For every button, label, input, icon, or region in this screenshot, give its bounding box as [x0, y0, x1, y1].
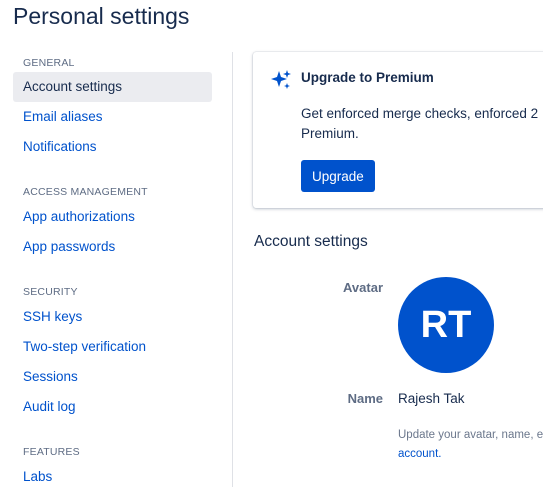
sidebar-item-app-passwords[interactable]: App passwords	[13, 232, 212, 262]
premium-upgrade-card: Upgrade to Premium Get enforced merge ch…	[253, 52, 543, 208]
sidebar-item-email-aliases[interactable]: Email aliases	[13, 102, 212, 132]
profile-help-text: Update your avatar, name, e account.	[398, 426, 543, 464]
sidebar-item-two-step-verification[interactable]: Two-step verification	[13, 332, 212, 362]
sidebar-item-audit-log[interactable]: Audit log	[13, 392, 212, 422]
sidebar-divider	[232, 52, 233, 487]
account-link[interactable]: account.	[398, 445, 543, 464]
sidebar-item-account-settings[interactable]: Account settings	[13, 72, 212, 102]
sparkle-icon	[270, 69, 292, 91]
group-heading-general: GENERAL	[23, 57, 75, 69]
account-settings-heading: Account settings	[254, 233, 368, 250]
sidebar-item-ssh-keys[interactable]: SSH keys	[13, 302, 212, 332]
name-label: Name	[347, 391, 383, 406]
premium-description: Get enforced merge checks, enforced 2 Pr…	[301, 106, 539, 141]
sidebar-item-notifications[interactable]: Notifications	[13, 132, 212, 162]
name-value: Rajesh Tak	[398, 391, 465, 406]
group-heading-access-management: ACCESS MANAGEMENT	[23, 186, 148, 198]
group-heading-features: FEATURES	[23, 446, 80, 458]
sidebar-item-labs[interactable]: Labs	[13, 462, 212, 492]
avatar[interactable]: RT	[398, 277, 494, 373]
settings-sidebar: GENERAL Account settings Email aliases N…	[0, 0, 232, 487]
upgrade-button[interactable]: Upgrade	[301, 160, 375, 192]
avatar-label: Avatar	[343, 280, 383, 295]
profile-help-message: Update your avatar, name, e	[398, 429, 543, 441]
sidebar-item-sessions[interactable]: Sessions	[13, 362, 212, 392]
premium-title: Upgrade to Premium	[301, 70, 434, 85]
group-heading-security: SECURITY	[23, 286, 78, 298]
sidebar-item-app-authorizations[interactable]: App authorizations	[13, 202, 212, 232]
